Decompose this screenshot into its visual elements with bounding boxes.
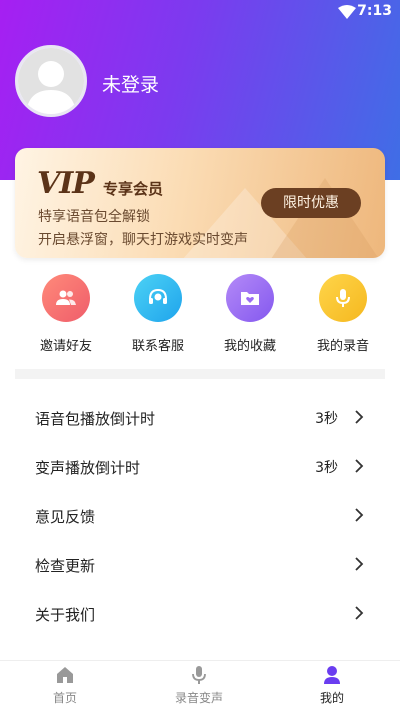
- users-icon: [42, 274, 90, 322]
- setting-value: 3秒: [315, 460, 338, 476]
- setting-label: 变声播放倒计时: [35, 459, 141, 477]
- section-divider: [15, 369, 385, 379]
- setting-label: 意见反馈: [35, 508, 96, 526]
- chevron-right-icon: [355, 459, 364, 473]
- setting-feedback[interactable]: 意见反馈: [0, 492, 400, 541]
- shortcut-my-recordings[interactable]: 我的录音: [303, 270, 383, 354]
- chevron-right-icon: [355, 410, 364, 424]
- setting-value: 3秒: [315, 411, 338, 427]
- shortcut-favorites[interactable]: 我的收藏: [210, 270, 290, 354]
- shortcut-label: 我的收藏: [223, 339, 276, 354]
- shortcut-invite-friends[interactable]: 邀请好友: [26, 270, 106, 354]
- profile-icon: [324, 666, 340, 684]
- chevron-right-icon: [355, 508, 364, 522]
- microphone-icon: [192, 666, 206, 684]
- settings-list: 语音包播放倒计时 3秒 变声播放倒计时 3秒 意见反馈 检查更新 关于我们: [0, 394, 400, 639]
- vip-benefit-2: 开启悬浮窗，聊天打游戏实时变声: [38, 232, 248, 248]
- setting-check-update[interactable]: 检查更新: [0, 541, 400, 590]
- chevron-right-icon: [355, 606, 364, 620]
- bottom-tab-bar: 首页 录音变声 我的: [0, 660, 400, 711]
- limited-offer-button[interactable]: 限时优惠: [261, 188, 361, 218]
- setting-label: 语音包播放倒计时: [35, 410, 156, 428]
- home-icon: [57, 667, 73, 683]
- setting-voice-pack-countdown[interactable]: 语音包播放倒计时 3秒: [0, 394, 400, 443]
- shortcut-grid: 邀请好友 联系客服 我的收藏 我的录音: [0, 270, 400, 360]
- shortcut-label: 联系客服: [131, 339, 184, 354]
- vip-benefit-1: 特享语音包全解锁: [38, 209, 150, 225]
- setting-label: 关于我们: [35, 606, 96, 624]
- wifi-icon: [338, 5, 356, 19]
- shortcut-label: 邀请好友: [39, 339, 92, 354]
- tab-label: 首页: [52, 691, 77, 705]
- favorite-folder-icon: [226, 274, 274, 322]
- shortcut-contact-support[interactable]: 联系客服: [118, 270, 198, 354]
- microphone-icon: [319, 274, 367, 322]
- tab-label: 我的: [319, 691, 344, 705]
- shortcut-label: 我的录音: [316, 339, 369, 354]
- tab-home[interactable]: 首页: [15, 665, 115, 706]
- headset-icon: [134, 274, 182, 322]
- username[interactable]: 未登录: [102, 70, 159, 97]
- setting-about-us[interactable]: 关于我们: [0, 590, 400, 639]
- tab-record-voice-change[interactable]: 录音变声: [149, 665, 249, 706]
- setting-label: 检查更新: [35, 557, 96, 575]
- tab-mine[interactable]: 我的: [282, 665, 382, 706]
- avatar[interactable]: [15, 45, 87, 117]
- default-avatar-icon: [18, 48, 84, 114]
- status-time: 7:13: [357, 3, 392, 19]
- vip-logo: VIP: [37, 166, 95, 201]
- tab-label: 录音变声: [174, 691, 223, 705]
- setting-voice-change-countdown[interactable]: 变声播放倒计时 3秒: [0, 443, 400, 492]
- chevron-right-icon: [355, 557, 364, 571]
- vip-card[interactable]: VIP 专享会员 特享语音包全解锁 开启悬浮窗，聊天打游戏实时变声 限时优惠: [15, 148, 385, 258]
- status-bar: 7:13: [0, 0, 400, 24]
- vip-title: 专享会员: [103, 180, 164, 198]
